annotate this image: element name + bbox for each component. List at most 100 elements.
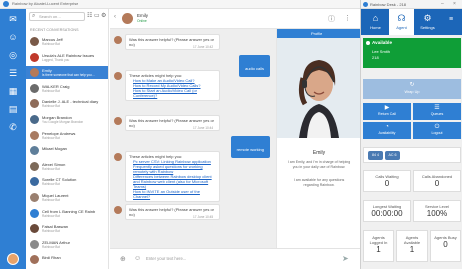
chevron-left-icon[interactable]: ‹ xyxy=(114,14,116,20)
list-item[interactable]: Danielle J. ALE - technical diary Rainbow… xyxy=(26,97,108,110)
chat-contact-status: Online xyxy=(137,19,147,23)
headset-icon: ☊ xyxy=(397,13,406,23)
agent-extension: 218 xyxy=(372,55,379,60)
tab-profile[interactable]: Profile xyxy=(277,29,361,38)
search-placeholder: Search on… xyxy=(39,14,62,19)
channels-icon[interactable]: ☰ xyxy=(7,67,19,79)
wrap-up-button[interactable]: ↻ Wrap Up xyxy=(363,79,461,99)
list-item[interactable]: Mikael Mogan xyxy=(26,144,108,157)
files-icon[interactable]: ▤ xyxy=(7,103,19,115)
list-item[interactable]: Faisal Baswan Rainbow Bot xyxy=(26,222,108,235)
phone-nav: ⌂ Home ☊ Agent ⚙ Settings ≡ xyxy=(361,9,462,35)
phone-title: Rainbow Desk - 218 xyxy=(370,1,407,7)
title-bar: Rainbow by Alcatel-Lucent Enterprise xyxy=(0,0,360,9)
stat-value: 00:00:00 xyxy=(371,209,403,218)
profile-name: Emily xyxy=(312,150,326,156)
close-icon[interactable]: × xyxy=(453,1,456,7)
queues-button[interactable]: ☰ Queues xyxy=(413,103,461,120)
menu-icon[interactable]: ≡ xyxy=(449,16,457,26)
dialpad-icon[interactable]: ☷ xyxy=(87,13,92,20)
list-item[interactable]: Birdi Rhan xyxy=(26,253,108,266)
availability-button[interactable]: ◔ Availability xyxy=(363,122,411,139)
attach-icon[interactable]: ⊕ xyxy=(120,255,126,263)
contacts-icon[interactable]: ☺ xyxy=(7,31,19,43)
status-card[interactable]: Available Lee Smith 218 xyxy=(363,38,461,68)
contact-last-message: Rainbow Bot xyxy=(42,42,61,46)
agent-name: Lee Smith xyxy=(372,49,391,54)
bubbles-icon[interactable]: ◎ xyxy=(7,49,19,61)
stat-agents-available: Agents Available 1 xyxy=(396,230,428,262)
group-chip-2[interactable]: AC 6 xyxy=(385,151,400,160)
send-icon[interactable]: ➤ xyxy=(342,254,349,263)
contact-last-message: Rainbow Bot xyxy=(42,198,61,202)
logout-button[interactable]: ⏻ Logout xyxy=(413,122,461,139)
calendar-icon[interactable]: ▦ xyxy=(7,85,19,97)
resume-button[interactable]: ▶ Return Call xyxy=(363,103,411,120)
phone-icon[interactable]: ✆ xyxy=(7,121,19,133)
article-link[interactable]: How to INVITE an Outside user of the Cha… xyxy=(129,189,216,199)
list-item[interactable]: Morgan Brandon You Google Morgan Brandon xyxy=(26,113,108,126)
tab-profile-label: Profile xyxy=(311,30,323,36)
stat-value: 100% xyxy=(426,209,448,218)
search-input[interactable]: ⌕ Search on… xyxy=(29,12,85,21)
article-link[interactable]: Frequently asked questions for working r… xyxy=(129,164,216,174)
home-icon: ⌂ xyxy=(372,13,379,23)
list-item[interactable]: Penelope Andrews Rainbow Bot xyxy=(26,129,108,142)
stat-agents-logged-in: Agents Logged In 1 xyxy=(363,230,394,262)
contact-last-message: Rainbow Bot xyxy=(42,244,61,249)
phone-title-bar: Rainbow Desk - 218 – × xyxy=(361,0,462,9)
contact-last-message: Rainbow Bot xyxy=(42,182,61,187)
avatar xyxy=(30,224,39,234)
video-icon[interactable]: ▭ xyxy=(94,13,100,20)
avatar xyxy=(30,52,39,62)
more-icon[interactable]: ⋮ xyxy=(344,14,351,22)
message-timestamp: 17 June 10:44 xyxy=(193,126,214,130)
list-item[interactable]: WALKER Craig Rainbow Bot xyxy=(26,82,108,95)
agent-portrait xyxy=(277,38,361,138)
received-message: These articles might help you: Pc server … xyxy=(125,151,220,202)
list-item[interactable]: Emily Is there someone that can help you… xyxy=(26,66,108,79)
bot-avatar xyxy=(114,36,122,44)
contact-name: Mikael Mogan xyxy=(42,146,67,152)
minimize-icon[interactable]: – xyxy=(441,1,444,7)
nav-settings[interactable]: ⚙ Settings xyxy=(415,9,440,35)
sent-message: audio calls xyxy=(239,55,270,77)
bot-avatar xyxy=(114,72,122,80)
message-input[interactable]: Enter your text here... xyxy=(144,254,334,265)
article-link[interactable]: How to Start an Audio/Video Call (or Con… xyxy=(129,88,216,98)
contact-last-message: Is there someone that can help you… xyxy=(42,73,95,78)
availability-label: Availability xyxy=(378,131,396,135)
avatar xyxy=(30,115,39,124)
nav-agent[interactable]: ☊ Agent xyxy=(389,9,414,35)
profile-description: I am Emily, and I'm in charge of helping… xyxy=(287,160,351,169)
message-placeholder: Enter your text here... xyxy=(146,256,187,261)
avatar xyxy=(30,255,39,265)
message-text: audio calls xyxy=(245,66,264,71)
gear-icon: ⚙ xyxy=(423,13,432,23)
avatar xyxy=(30,193,39,202)
chat-contact-name: Emily xyxy=(137,13,148,18)
list-item[interactable]: Cell from L Banning CE Rainb Rainbow Bot xyxy=(26,207,108,220)
nav-settings-label: Settings xyxy=(420,25,435,30)
list-item[interactable]: Miquel Laurent Rainbow Bot xyxy=(26,191,108,204)
avatar xyxy=(30,161,39,171)
list-item[interactable]: Sorelle CT Solution Rainbow Bot xyxy=(26,175,108,188)
info-icon[interactable]: ⓘ xyxy=(328,14,335,24)
emoji-icon[interactable]: ☺ xyxy=(134,255,141,262)
list-item[interactable]: Alexei Simon Rainbow Bot xyxy=(26,160,108,173)
user-avatar[interactable] xyxy=(7,253,19,265)
group-chip-1[interactable]: 84 4 xyxy=(368,151,383,160)
contact-last-message: Rainbow Bot xyxy=(42,135,61,140)
article-link[interactable]: Differences between Rainbow desktop clie… xyxy=(129,174,216,189)
contact-last-message: Rainbow Bot xyxy=(42,104,61,109)
conversations-icon[interactable]: ✉ xyxy=(7,13,19,25)
conversations-list: ⌕ Search on… ☷ ▭ ⚙ RECENT CONVERSATIONS … xyxy=(26,9,109,269)
list-item[interactable]: Ursula's ALE Rainbow Issues Logged, Thank… xyxy=(26,51,108,64)
app-logo-icon xyxy=(363,1,368,7)
list-item[interactable]: ZELMAN Arthur Rainbow Bot xyxy=(26,238,108,251)
settings-icon[interactable]: ⚙ xyxy=(101,13,106,20)
contact-last-message: Rainbow Bot xyxy=(42,166,61,171)
list-item[interactable]: Marcus Jeff Rainbow Bot xyxy=(26,35,108,48)
nav-home[interactable]: ⌂ Home xyxy=(363,9,388,35)
stat-value: 0 xyxy=(384,179,390,188)
